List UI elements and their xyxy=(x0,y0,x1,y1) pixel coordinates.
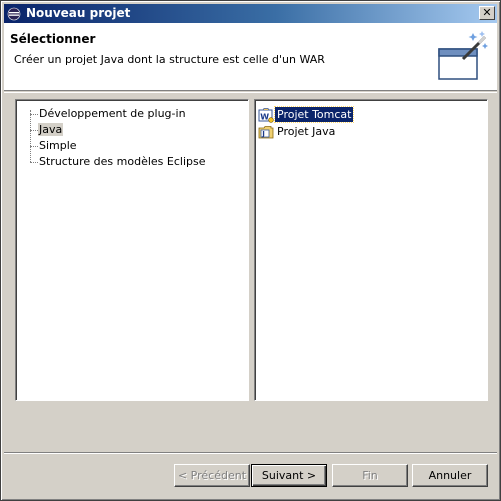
title-bar[interactable]: Nouveau projet ✕ xyxy=(4,4,497,23)
tree-item-plugin-development[interactable]: Développement de plug-in xyxy=(26,106,206,122)
list-item-label: Projet Tomcat xyxy=(273,106,355,123)
wizard-list-items: W Projet Tomcat J Projet Java xyxy=(258,106,355,140)
svg-text:W: W xyxy=(260,112,269,121)
svg-text:J: J xyxy=(261,130,265,138)
tree-item-eclipse-model-structures[interactable]: Structure des modèles Eclipse xyxy=(26,154,206,170)
wizard-list[interactable]: W Projet Tomcat J Projet Java xyxy=(254,99,488,401)
finish-button[interactable]: Fin xyxy=(332,464,408,487)
tree-item-simple[interactable]: Simple xyxy=(26,138,206,154)
next-button[interactable]: Suivant > xyxy=(251,464,327,487)
eclipse-app-icon xyxy=(6,6,22,22)
back-button[interactable]: < Précédent xyxy=(174,464,250,487)
tomcat-project-icon: W xyxy=(258,107,274,123)
new-project-dialog: Nouveau projet ✕ Sélectionner Créer un p… xyxy=(0,0,501,501)
list-item-tomcat-project[interactable]: W Projet Tomcat xyxy=(258,106,355,123)
cancel-button[interactable]: Annuler xyxy=(412,464,488,487)
wizard-header: Sélectionner Créer un projet Java dont l… xyxy=(4,23,497,91)
tree-item-label: Java xyxy=(38,123,64,136)
close-icon: ✕ xyxy=(482,6,492,19)
category-tree-items: Développement de plug-in Java Simple Str… xyxy=(26,106,206,170)
java-project-icon: J xyxy=(258,125,274,138)
list-item-java-project[interactable]: J Projet Java xyxy=(258,123,353,140)
tree-item-label: Simple xyxy=(39,139,77,152)
category-tree[interactable]: Développement de plug-in Java Simple Str… xyxy=(15,99,249,401)
list-item-label: Projet Java xyxy=(277,125,336,138)
tree-item-label: Structure des modèles Eclipse xyxy=(39,155,206,168)
tree-item-java[interactable]: Java xyxy=(26,122,206,138)
tree-item-label: Développement de plug-in xyxy=(39,107,186,120)
footer-divider-highlight xyxy=(4,453,497,454)
new-project-wizard-icon xyxy=(438,31,488,80)
page-title: Sélectionner xyxy=(10,32,96,46)
header-divider xyxy=(4,92,497,93)
window-title: Nouveau projet xyxy=(26,6,131,20)
page-description: Créer un projet Java dont la structure e… xyxy=(14,53,325,66)
close-button[interactable]: ✕ xyxy=(479,6,495,20)
